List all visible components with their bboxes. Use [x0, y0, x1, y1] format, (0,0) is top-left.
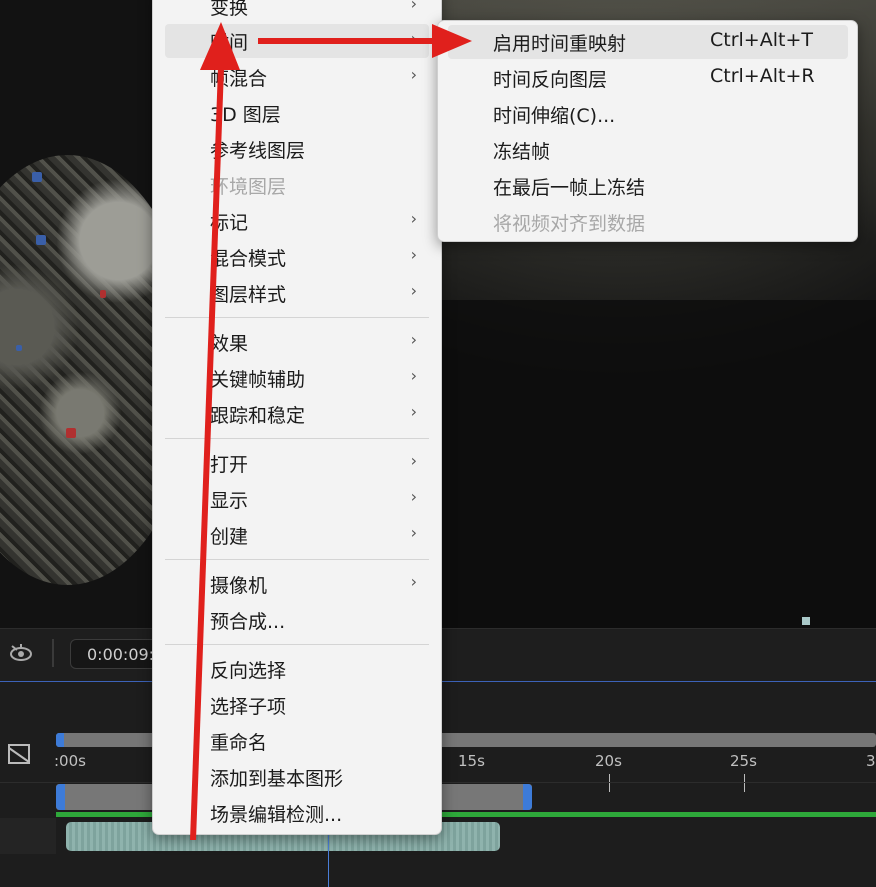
menu-item-label: 变换 — [210, 0, 249, 19]
menu-item-label: 预合成... — [210, 611, 286, 633]
menu-item[interactable]: 创建 › — [165, 518, 429, 552]
ruler-tick — [609, 774, 610, 792]
menu-item-label: 关键帧辅助 — [210, 369, 306, 391]
submenu-item[interactable]: 时间伸缩(C)... — [448, 97, 848, 131]
submenu-item[interactable]: 时间反向图层 Ctrl+Alt+R — [448, 61, 848, 95]
menu-item-label: 选择子项 — [210, 696, 287, 718]
layer-context-menu: 变换 › 时间 › 帧混合 › 3D 图层参考线图层环境图层标记 › 混合模式 › 图层样式 › 效果 ›… — [152, 0, 442, 835]
footage-marker — [16, 345, 22, 351]
chevron-right-icon: › — [410, 0, 417, 13]
submenu-item: 将视频对齐到数据 — [448, 205, 848, 239]
menu-item[interactable]: 添加到基本图形 — [165, 760, 429, 794]
menu-item-label: 重命名 — [210, 732, 268, 754]
menu-item[interactable]: 混合模式 › — [165, 240, 429, 274]
chevron-right-icon: › — [410, 330, 417, 349]
submenu-item-label: 将视频对齐到数据 — [493, 213, 646, 235]
viewer-pin — [802, 617, 810, 625]
chevron-right-icon: › — [410, 523, 417, 542]
menu-item-label: 效果 — [210, 333, 249, 355]
viewer-footage-shadow — [440, 300, 876, 628]
ruler-label: 15s — [458, 752, 485, 770]
menu-item[interactable]: 图层样式 › — [165, 276, 429, 310]
footage-marker — [66, 428, 76, 438]
footage-marker — [36, 235, 46, 245]
menu-item: 环境图层 — [165, 168, 429, 202]
menu-item-label: 场景编辑检测... — [210, 804, 343, 826]
work-area-end-handle[interactable] — [523, 784, 532, 810]
menu-item[interactable]: 变换 › — [165, 0, 429, 23]
chevron-right-icon: › — [410, 487, 417, 506]
work-area-start-handle[interactable] — [56, 784, 65, 810]
chevron-right-icon: › — [410, 29, 417, 48]
menu-item-label: 混合模式 — [210, 248, 287, 270]
submenu-item[interactable]: 启用时间重映射 Ctrl+Alt+T — [448, 25, 848, 59]
menu-item[interactable]: 显示 › — [165, 482, 429, 516]
submenu-item-label: 在最后一帧上冻结 — [493, 177, 646, 199]
shortcut-label: Ctrl+Alt+R — [710, 65, 815, 87]
submenu-item[interactable]: 冻结帧 — [448, 133, 848, 167]
chevron-right-icon: › — [410, 281, 417, 300]
menu-item-label: 时间 — [210, 32, 249, 54]
menu-item[interactable]: 帧混合 › — [165, 60, 429, 94]
menu-item[interactable]: 预合成... — [165, 603, 429, 637]
menu-item-label: 显示 — [210, 490, 249, 512]
menu-item-label: 打开 — [210, 454, 249, 476]
chevron-right-icon: › — [410, 402, 417, 421]
submenu-item[interactable]: 在最后一帧上冻结 — [448, 169, 848, 203]
menu-item[interactable]: 关键帧辅助 › — [165, 361, 429, 395]
menu-item[interactable]: 反向选择 — [165, 652, 429, 686]
submenu-item-label: 时间反向图层 — [493, 69, 608, 91]
ruler-label: 20s — [595, 752, 622, 770]
menu-item[interactable]: 选择子项 — [165, 688, 429, 722]
layer-row-header[interactable] — [0, 818, 56, 854]
chevron-right-icon: › — [410, 572, 417, 591]
menu-item-label: 环境图层 — [210, 176, 287, 198]
menu-separator — [165, 317, 429, 318]
menu-separator — [165, 559, 429, 560]
menu-item-label: 创建 — [210, 526, 249, 548]
eye-icon[interactable] — [8, 640, 34, 666]
menu-item-label: 参考线图层 — [210, 140, 306, 162]
menu-item[interactable]: 3D 图层 — [165, 96, 429, 130]
menu-item[interactable]: 跟踪和稳定 › — [165, 397, 429, 431]
menu-item-label: 反向选择 — [210, 660, 287, 682]
chevron-right-icon: › — [410, 245, 417, 264]
ruler-label: :00s — [54, 752, 86, 770]
menu-item-label: 图层样式 — [210, 284, 287, 306]
menu-separator — [165, 438, 429, 439]
chevron-right-icon: › — [410, 65, 417, 84]
footage-marker — [100, 290, 106, 298]
menu-item[interactable]: 标记 › — [165, 204, 429, 238]
chevron-right-icon: › — [410, 209, 417, 228]
menu-item-label: 标记 — [210, 212, 249, 234]
chevron-right-icon: › — [410, 366, 417, 385]
menu-item-label: 摄像机 — [210, 575, 268, 597]
ruler-tick — [744, 774, 745, 792]
composition-icon[interactable] — [6, 740, 34, 768]
footage-marker — [32, 172, 42, 182]
menu-item-label: 添加到基本图形 — [210, 768, 344, 790]
shortcut-label: Ctrl+Alt+T — [710, 29, 813, 51]
submenu-item-label: 时间伸缩(C)... — [493, 105, 616, 127]
time-submenu: 启用时间重映射 Ctrl+Alt+T 时间反向图层 Ctrl+Alt+R 时间伸缩(C)… — [437, 20, 858, 242]
menu-item-label: 跟踪和稳定 — [210, 405, 306, 427]
ruler-label: 25s — [730, 752, 757, 770]
menu-separator — [165, 644, 429, 645]
menu-item[interactable]: 场景编辑检测... — [165, 796, 429, 830]
menu-item-label: 帧混合 — [210, 68, 268, 90]
toolbar-divider — [52, 639, 54, 667]
navigator-handle[interactable] — [56, 733, 64, 747]
ruler-label: 3 — [866, 752, 876, 770]
submenu-item-label: 启用时间重映射 — [493, 33, 627, 55]
submenu-item-label: 冻结帧 — [493, 141, 551, 163]
menu-item-label: 3D 图层 — [210, 104, 281, 126]
menu-item[interactable]: 参考线图层 — [165, 132, 429, 166]
menu-item[interactable]: 打开 › — [165, 446, 429, 480]
menu-item[interactable]: 时间 › — [165, 24, 429, 58]
menu-item[interactable]: 重命名 — [165, 724, 429, 758]
menu-item[interactable]: 效果 › — [165, 325, 429, 359]
menu-item[interactable]: 摄像机 › — [165, 567, 429, 601]
chevron-right-icon: › — [410, 451, 417, 470]
